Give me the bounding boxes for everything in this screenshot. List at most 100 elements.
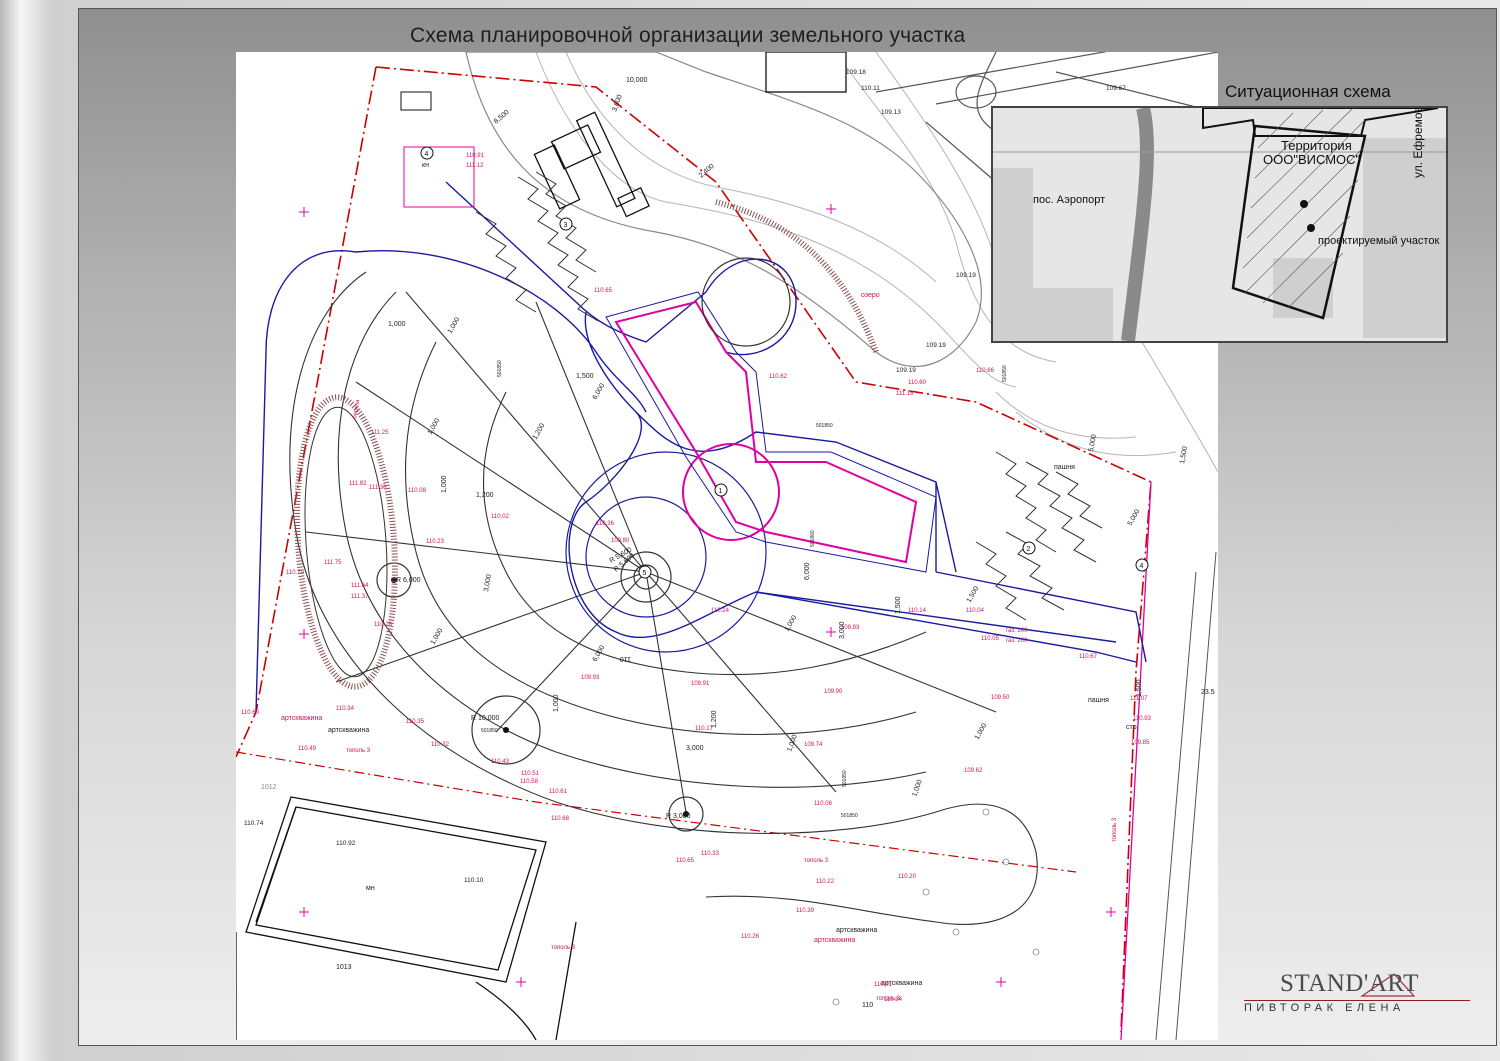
road-setback-line (236, 751, 1077, 873)
dimension-label: 1,000 (427, 417, 442, 436)
dimension-label: 1,000 (911, 779, 924, 798)
dimension-label: 1,000 (974, 722, 989, 741)
dimension-label: 1,000 (430, 627, 445, 646)
survey-point-id: 501850 (1002, 365, 1008, 382)
dimension-label: 5,000 (1127, 508, 1142, 527)
dimension-label: 1,000 (553, 694, 560, 712)
elevation-mark: 109.19 (896, 367, 916, 374)
elevation-mark: 110.61 (549, 789, 568, 795)
logo-author: ПИВТОРАК ЕЛЕНА (1244, 1002, 1405, 1014)
elevation-mark: 111.64 (351, 583, 369, 589)
elevation-mark: 109.74 (804, 742, 823, 748)
dimension-label: 2,400 (698, 163, 716, 180)
elevation-mark: 110.10 (464, 877, 484, 884)
elevation-mark: 110.65 (676, 858, 695, 864)
elevation-mark: 109.80 (611, 538, 630, 544)
elevation-mark: 110.68 (551, 816, 570, 822)
dimension-label: 1,200 (711, 710, 718, 728)
plan-red-label: газ. 200 (1006, 628, 1028, 634)
elevation-mark: 110.32 (431, 742, 450, 748)
elevation-mark: 110.41 (874, 982, 893, 988)
elevation-mark: 110.43 (491, 759, 510, 765)
dimension-label: R 10,000 (471, 715, 500, 722)
building-marker-number: 5 (643, 570, 647, 577)
elevation-mark: 110.62 (769, 374, 788, 380)
plan-text-label: стр. (1126, 724, 1139, 731)
elevation-mark: 110.74 (244, 820, 264, 827)
territory-label: Территория (1281, 138, 1352, 153)
survey-point-id: 501850 (481, 728, 498, 734)
elevation-mark: 109.62 (964, 768, 983, 774)
plan-red-label: тополь 3 (804, 858, 829, 864)
street-label: ул. Ефремова (1411, 106, 1425, 178)
plan-red-label: тополь 3 (346, 748, 371, 754)
elevation-mark: 109.13 (881, 109, 901, 116)
elevation-mark: 109.19 (926, 342, 946, 349)
elevation-mark: 110.08 (408, 488, 427, 494)
dimension-label: 1,500 (895, 596, 902, 614)
elevation-mark: 110.20 (898, 874, 917, 880)
elevation-mark: 110.26 (741, 934, 760, 940)
elevation-mark: 111.75 (324, 560, 342, 566)
elevation-mark: 110.14 (908, 608, 927, 614)
elevation-mark: 110.92 (336, 840, 356, 847)
page-title: Схема планировочной организации земельно… (410, 24, 966, 47)
elevation-mark: 111.37 (351, 594, 369, 600)
elevation-mark: 111.25 (371, 430, 389, 436)
plan-text-label: 23.5 (1201, 689, 1215, 696)
survey-point-id: 501850 (841, 813, 858, 819)
plan-text-label: 110 (862, 1002, 873, 1009)
elevation-mark: 110.60 (241, 710, 260, 716)
elevation-mark: 110.22 (816, 879, 835, 885)
elevation-mark: 110.65 (594, 288, 613, 294)
dimension-label: 1,000 (447, 316, 462, 335)
situation-map-svg (993, 108, 1446, 341)
plan-text-label: мн (366, 885, 375, 892)
elevation-mark: 110.02 (491, 514, 510, 520)
elevation-mark: 111.36 (369, 485, 387, 491)
logo-divider (1244, 1000, 1470, 1001)
street-edge-2 (1155, 571, 1197, 1040)
dimension-label: 3,000 (839, 621, 846, 639)
plan-text-label: озеро (861, 292, 880, 299)
elevation-mark: 110.91 (466, 153, 485, 159)
site-dot (1300, 200, 1308, 208)
plan-text-label: артскважина (328, 727, 369, 734)
dimension-label: 3,000 (483, 574, 493, 593)
plan-text-label: 1012 (261, 784, 277, 791)
elevation-mark: 110.28 (374, 622, 393, 628)
plaza-markers (391, 577, 689, 817)
elevation-mark: 110.93 (1133, 716, 1152, 722)
project-site-label: проектируемый участок (1318, 235, 1440, 247)
main-building (614, 257, 918, 564)
dimension-label: 1,200 (476, 492, 494, 499)
elevation-mark: 110.24 (711, 608, 730, 614)
survey-point-id: 501860 (810, 530, 816, 547)
elevation-mark: 109.50 (991, 695, 1010, 701)
outbuildings (533, 52, 847, 218)
dimension-label: 1,500 (1179, 446, 1189, 465)
logo-wordmark: STAND'ART (1280, 970, 1419, 997)
dimension-label: 6,000 (592, 644, 607, 663)
elevation-mark: 110.49 (298, 746, 317, 752)
dimension-label: R 6,000 (396, 577, 421, 584)
elevation-mark: 110.04 (966, 608, 985, 614)
plan-red-label: газ. 200 (1006, 638, 1028, 644)
elevation-mark: 111.82 (349, 481, 367, 487)
building-marker-number: 2 (1027, 546, 1031, 553)
plan-text-label: кн (422, 162, 429, 169)
dimension-label: 6,000 (592, 382, 607, 401)
trees (832, 808, 1040, 1006)
owner-label: ООО"ВИСМОС" (1263, 152, 1361, 167)
settlement-label: пос. Аэропорт (1033, 194, 1106, 206)
plan-text-label: пашня (1088, 697, 1109, 704)
situation-map: Территория ООО"ВИСМОС" пос. Аэропорт ул.… (991, 106, 1448, 343)
dimension-label: 1,000 (441, 475, 448, 493)
building-marker-number: 1 (719, 488, 723, 495)
oval-garden (304, 406, 388, 678)
plan-text-label: 110 (620, 655, 631, 662)
dimension-label: 1,200 (532, 422, 547, 441)
elevation-mark: 110.35 (406, 719, 425, 725)
elevation-mark: 109.18 (846, 69, 866, 76)
building-marker-number: 4 (1140, 563, 1144, 570)
